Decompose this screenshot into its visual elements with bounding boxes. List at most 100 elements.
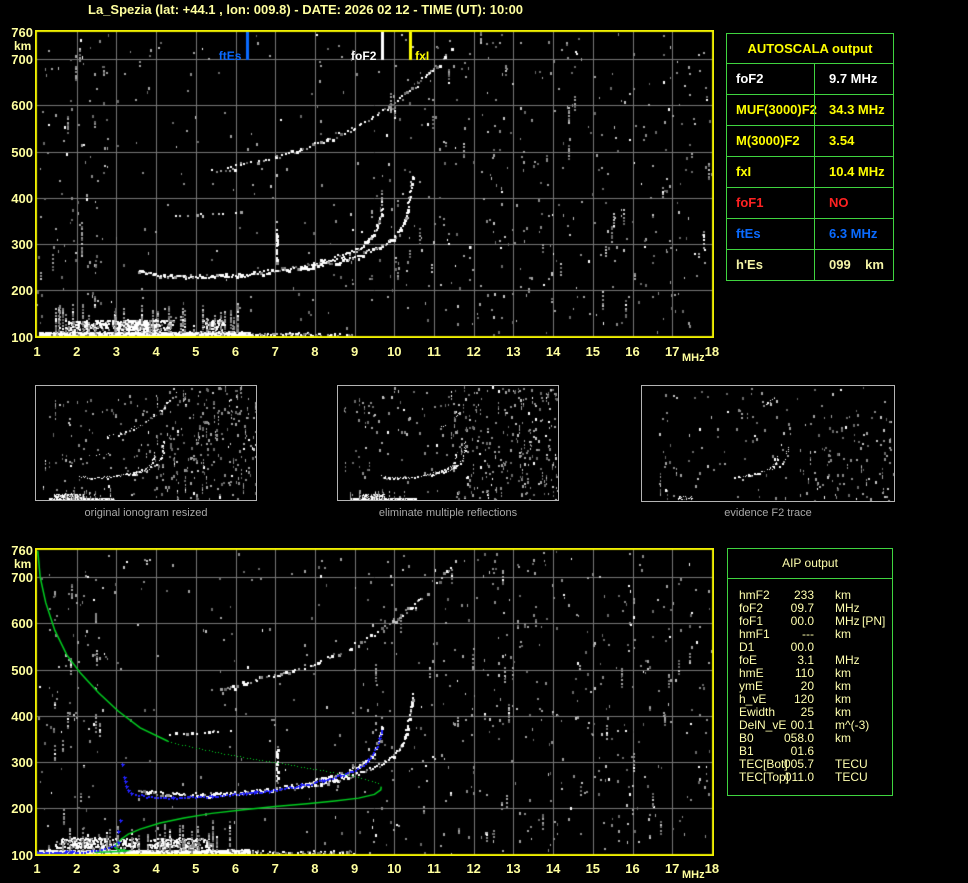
- autoscala-row-label: MUF(3000)F2: [736, 102, 817, 117]
- x-axis-tick: 16: [625, 344, 640, 359]
- x-axis-tick: 3: [112, 861, 120, 876]
- y-axis-unit-label: km: [14, 557, 32, 571]
- x-axis-tick: 16: [625, 861, 640, 876]
- autoscala-row-ftEs: ftEs 6.3 MHz: [727, 219, 893, 250]
- autoscala-row-MUF(3000)F2: MUF(3000)F2 34.3 MHz: [727, 95, 893, 126]
- aip-output-table: AIP output hmF2 233 km foF2 09.7 MHz foF1 00.0 M…: [727, 548, 893, 796]
- y-axis-tick: 700: [11, 52, 33, 68]
- x-axis-tick: 2: [73, 861, 81, 876]
- autoscala-table-header: AUTOSCALA output: [727, 34, 893, 64]
- autoscala-row-value: 099 km: [814, 250, 893, 280]
- thumbnail-evidence-canvas: [642, 386, 894, 501]
- thumbnail-caption-original: original ionogram resized: [84, 507, 208, 519]
- x-axis-tick: 14: [545, 861, 561, 876]
- thumbnail-caption-evidence: evidence F2 trace: [724, 507, 812, 519]
- x-axis-tick: 5: [192, 861, 200, 876]
- bottom-ionogram-canvas: [35, 548, 714, 856]
- aip-row-value: 011.0: [784, 770, 814, 784]
- y-axis-tick: 400: [11, 190, 33, 206]
- y-axis-tick: 300: [11, 237, 33, 253]
- x-axis-unit-label: MHz: [682, 352, 705, 364]
- aip-row-note: [PN]: [862, 614, 886, 628]
- autoscala-row-foF2: foF2 9.7 MHz: [727, 64, 893, 95]
- x-axis-tick: 6: [231, 861, 240, 876]
- page-title: La_Spezia (lat: +44.1 , lon: 009.8) - DA…: [88, 2, 524, 17]
- x-axis-tick: 1: [33, 861, 41, 876]
- autoscala-row-label: fxI: [736, 164, 752, 179]
- x-axis-tick: 8: [311, 861, 319, 876]
- x-axis-tick: 3: [112, 344, 120, 359]
- autoscala-row-label: h'Es: [736, 257, 763, 272]
- aip-row-TEC[Top]: TEC[Top] 011.0 TECU: [728, 771, 892, 784]
- y-axis-tick: 200: [11, 283, 33, 299]
- aip-table-header: AIP output: [728, 549, 892, 579]
- y-axis-tick: 600: [11, 98, 33, 114]
- autoscala-row-label: foF2: [736, 71, 764, 86]
- x-axis-tick: 4: [152, 344, 160, 359]
- thumbnail-eliminate-canvas: [338, 386, 558, 500]
- autoscala-row-fxI: fxI 10.4 MHz: [727, 157, 893, 188]
- autoscala-row-label: foF1: [736, 195, 764, 210]
- y-axis-tick: 760: [11, 24, 33, 40]
- x-axis-tick: 7: [271, 344, 279, 359]
- x-axis-tick: 13: [506, 344, 521, 359]
- x-axis-tick: 15: [585, 344, 601, 359]
- autoscala-row-value: NO: [814, 188, 893, 218]
- x-axis-tick: 2: [73, 344, 81, 359]
- x-axis-tick: 8: [311, 344, 319, 359]
- thumbnail-original-ionogram: [35, 385, 257, 501]
- marker-label-fxI: fxI: [415, 49, 430, 63]
- thumbnail-evidence-f2: [641, 385, 895, 502]
- y-axis-tick: 200: [11, 801, 33, 817]
- aip-row-unit: km: [835, 627, 851, 641]
- x-axis-tick: 10: [387, 344, 402, 359]
- x-axis-tick: 12: [466, 344, 481, 359]
- autoscala-row-value: 10.4 MHz: [814, 157, 893, 187]
- x-axis-tick: 15: [585, 861, 601, 876]
- marker-label-foF2: foF2: [351, 49, 377, 63]
- autoscala-output-table: AUTOSCALA output foF2 9.7 MHz MUF(3000)F2 3…: [726, 33, 894, 281]
- x-axis-tick: 12: [466, 861, 481, 876]
- y-axis-tick: 500: [11, 144, 33, 160]
- y-axis-tick: 300: [11, 755, 33, 771]
- marker-label-ftEs: ftEs: [218, 49, 242, 63]
- autoscala-row-M(3000)F2: M(3000)F2 3.54: [727, 126, 893, 157]
- x-axis-tick: 17: [664, 861, 680, 876]
- autoscala-table-body: foF2 9.7 MHz MUF(3000)F2 34.3 MHz M(3000)F2 3…: [727, 64, 893, 280]
- x-axis-unit-label: MHz: [682, 869, 705, 881]
- autoscala-row-value: 6.3 MHz: [814, 219, 893, 249]
- thumbnail-caption-eliminate: eliminate multiple reflections: [378, 507, 518, 519]
- aip-table-body: hmF2 233 km foF2 09.7 MHz foF1 00.0 MHz [PN] hmF1-…: [728, 589, 892, 784]
- x-axis-tick: 9: [350, 861, 359, 876]
- x-axis-tick: 6: [231, 344, 240, 359]
- x-axis-tick: 4: [152, 861, 160, 876]
- y-axis-tick: 760: [11, 542, 33, 558]
- autoscala-row-label: ftEs: [736, 226, 761, 241]
- x-axis-tick: 17: [664, 344, 680, 359]
- x-axis-tick: 14: [545, 344, 561, 359]
- y-axis-tick: 500: [11, 662, 33, 678]
- y-axis-tick: 600: [11, 616, 33, 632]
- y-axis-tick: 400: [11, 708, 33, 724]
- x-axis-tick: 13: [506, 861, 521, 876]
- autoscala-row-value: 9.7 MHz: [814, 64, 893, 94]
- aip-row-unit: km: [835, 731, 851, 745]
- autoscala-row-label: M(3000)F2: [736, 133, 800, 148]
- x-axis-tick: 11: [427, 861, 441, 876]
- x-axis-tick: 9: [350, 344, 359, 359]
- x-axis-tick: 10: [387, 861, 402, 876]
- aip-row-unit: TECU: [835, 770, 868, 784]
- autoscala-row-value: 34.3 MHz: [814, 95, 893, 125]
- y-axis-tick: 100: [11, 329, 33, 345]
- top-ionogram-canvas: [35, 30, 714, 338]
- thumbnail-original-canvas: [36, 386, 256, 500]
- autoscala-row-h'Es: h'Es 099 km: [727, 250, 893, 280]
- x-axis-tick: 11: [427, 344, 441, 359]
- x-axis-tick: 1: [33, 344, 41, 359]
- top-ionogram-plot: [35, 30, 714, 338]
- autoscala-row-foF1: foF1 NO: [727, 188, 893, 219]
- autoscala-row-value: 3.54: [814, 126, 893, 156]
- thumbnail-eliminate-reflections: [337, 385, 559, 501]
- x-axis-tick: 5: [192, 344, 200, 359]
- bottom-ionogram-plot: [35, 548, 714, 856]
